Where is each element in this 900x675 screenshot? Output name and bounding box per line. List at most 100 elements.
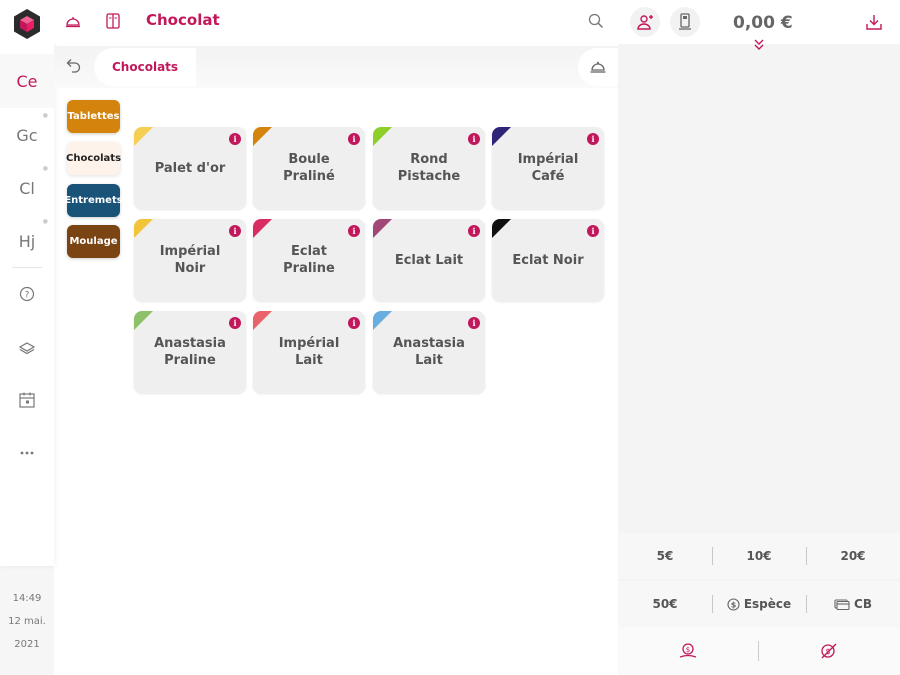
- customer-button[interactable]: [630, 7, 660, 37]
- payment-label: Espèce: [743, 597, 792, 611]
- rail-user-0[interactable]: Ce: [0, 54, 54, 108]
- clock-year: 2021: [14, 639, 40, 650]
- payment-area: 5€ 10€ 20€ 50€ $ Espèce CB: [618, 532, 900, 627]
- user-indicator-icon: ●: [42, 218, 48, 225]
- back-icon[interactable]: [64, 56, 84, 76]
- payment-label: 10€: [746, 549, 772, 563]
- product-tile[interactable]: i Impérial Lait: [253, 311, 365, 393]
- category-entremets[interactable]: Entremets: [64, 184, 123, 217]
- info-icon[interactable]: i: [229, 317, 241, 329]
- payment-label: CB: [854, 597, 872, 611]
- order-total: 0,00 €: [733, 13, 793, 33]
- svg-text:$: $: [686, 646, 690, 654]
- product-name: Boule Praliné: [283, 152, 335, 184]
- split-payment-icon[interactable]: $: [819, 642, 839, 660]
- user-indicator-icon: ●: [42, 165, 48, 172]
- product-color-corner: [253, 127, 272, 146]
- product-color-corner: [134, 311, 153, 330]
- product-tile[interactable]: i Eclat Lait: [373, 219, 485, 301]
- quick-pay-20-button[interactable]: 20€: [806, 545, 900, 567]
- rail-user-3[interactable]: Hj ●: [0, 214, 54, 268]
- left-rail: Ce Gc ● Cl ● Hj ● ? 14:49 12 mai. 2021: [0, 0, 54, 675]
- product-color-corner: [492, 127, 511, 146]
- quick-pay-5-button[interactable]: 5€: [618, 545, 712, 567]
- product-tile[interactable]: i Anastasia Lait: [373, 311, 485, 393]
- product-tile[interactable]: i Impérial Noir: [134, 219, 246, 301]
- info-icon[interactable]: i: [348, 317, 360, 329]
- product-tile[interactable]: i Palet d'or: [134, 127, 246, 209]
- rail-user-initials: Gc: [16, 125, 38, 145]
- product-name: Impérial Lait: [278, 336, 340, 368]
- product-tile[interactable]: i Eclat Noir: [492, 219, 604, 301]
- quick-pay-50-button[interactable]: 50€: [618, 593, 712, 615]
- payment-terminal-button[interactable]: [670, 7, 700, 37]
- more-icon[interactable]: [17, 443, 37, 463]
- info-icon[interactable]: i: [468, 317, 480, 329]
- rail-user-initials: Cl: [19, 178, 35, 198]
- quick-pay-10-button[interactable]: 10€: [712, 545, 806, 567]
- product-tile[interactable]: i Rond Pistache: [373, 127, 485, 209]
- category-tablettes[interactable]: Tablettes: [67, 100, 120, 133]
- cash-payment-icon[interactable]: $: [678, 642, 698, 660]
- category-label: Entremets: [64, 195, 123, 206]
- serve-dish-button[interactable]: [578, 48, 618, 86]
- product-tile[interactable]: i Impérial Café: [492, 127, 604, 209]
- product-name: Rond Pistache: [397, 152, 461, 184]
- breadcrumb-label: Chocolats: [112, 60, 179, 74]
- product-name: Eclat Noir: [512, 252, 584, 268]
- product-name: Eclat Praline: [283, 244, 335, 276]
- app-logo-icon[interactable]: [11, 8, 43, 40]
- clock-date: 12 mai.: [8, 616, 46, 627]
- info-icon[interactable]: i: [587, 133, 599, 145]
- category-moulage[interactable]: Moulage: [67, 225, 120, 258]
- cloche-icon: [590, 61, 606, 73]
- product-color-corner: [492, 219, 511, 238]
- menu-book-icon[interactable]: [103, 11, 123, 31]
- product-color-corner: [373, 219, 392, 238]
- info-icon[interactable]: i: [229, 225, 241, 237]
- info-icon[interactable]: i: [468, 225, 480, 237]
- info-icon[interactable]: i: [348, 225, 360, 237]
- expand-chevron-icon[interactable]: [752, 36, 766, 50]
- product-name: Impérial Café: [517, 152, 579, 184]
- payment-label: 50€: [652, 597, 678, 611]
- product-name: Impérial Noir: [159, 244, 221, 276]
- credit-card-icon: [834, 599, 850, 610]
- service-bell-icon[interactable]: [63, 11, 83, 31]
- cash-button[interactable]: $ Espèce: [712, 593, 806, 615]
- layers-icon[interactable]: [17, 338, 37, 358]
- payment-label: 5€: [656, 549, 674, 563]
- product-color-corner: [253, 219, 272, 238]
- breadcrumb-current[interactable]: Chocolats: [94, 48, 197, 86]
- info-icon[interactable]: i: [587, 225, 599, 237]
- product-name: Anastasia Lait: [393, 336, 465, 368]
- card-button[interactable]: CB: [806, 593, 900, 615]
- page-title: Chocolat: [146, 11, 220, 29]
- calendar-icon[interactable]: [17, 390, 37, 410]
- download-icon[interactable]: [865, 13, 883, 31]
- product-color-corner: [373, 127, 392, 146]
- product-color-corner: [373, 311, 392, 330]
- info-icon[interactable]: i: [348, 133, 360, 145]
- clock-time: 14:49: [12, 593, 42, 604]
- product-tile[interactable]: i Boule Praliné: [253, 127, 365, 209]
- info-icon[interactable]: i: [229, 133, 241, 145]
- action-divider: [758, 641, 759, 661]
- search-icon[interactable]: [586, 11, 606, 31]
- help-icon[interactable]: ?: [17, 284, 37, 304]
- product-color-corner: [134, 219, 153, 238]
- product-tile[interactable]: i Eclat Praline: [253, 219, 365, 301]
- category-label: Moulage: [69, 236, 118, 247]
- breadcrumb: Chocolats: [54, 46, 618, 88]
- svg-text:$: $: [731, 600, 737, 609]
- action-bar: $ $: [618, 627, 900, 675]
- product-color-corner: [134, 127, 153, 146]
- rail-user-initials: Ce: [16, 71, 38, 91]
- product-tile[interactable]: i Anastasia Praline: [134, 311, 246, 393]
- info-icon[interactable]: i: [468, 133, 480, 145]
- rail-user-2[interactable]: Cl ●: [0, 161, 54, 215]
- order-panel: 0,00 € 5€ 10€ 20€ 50€ $ Espèce CB $: [618, 0, 900, 675]
- add-customer-icon: [637, 15, 653, 30]
- rail-user-1[interactable]: Gc ●: [0, 108, 54, 162]
- category-chocolats[interactable]: Chocolats: [66, 142, 121, 175]
